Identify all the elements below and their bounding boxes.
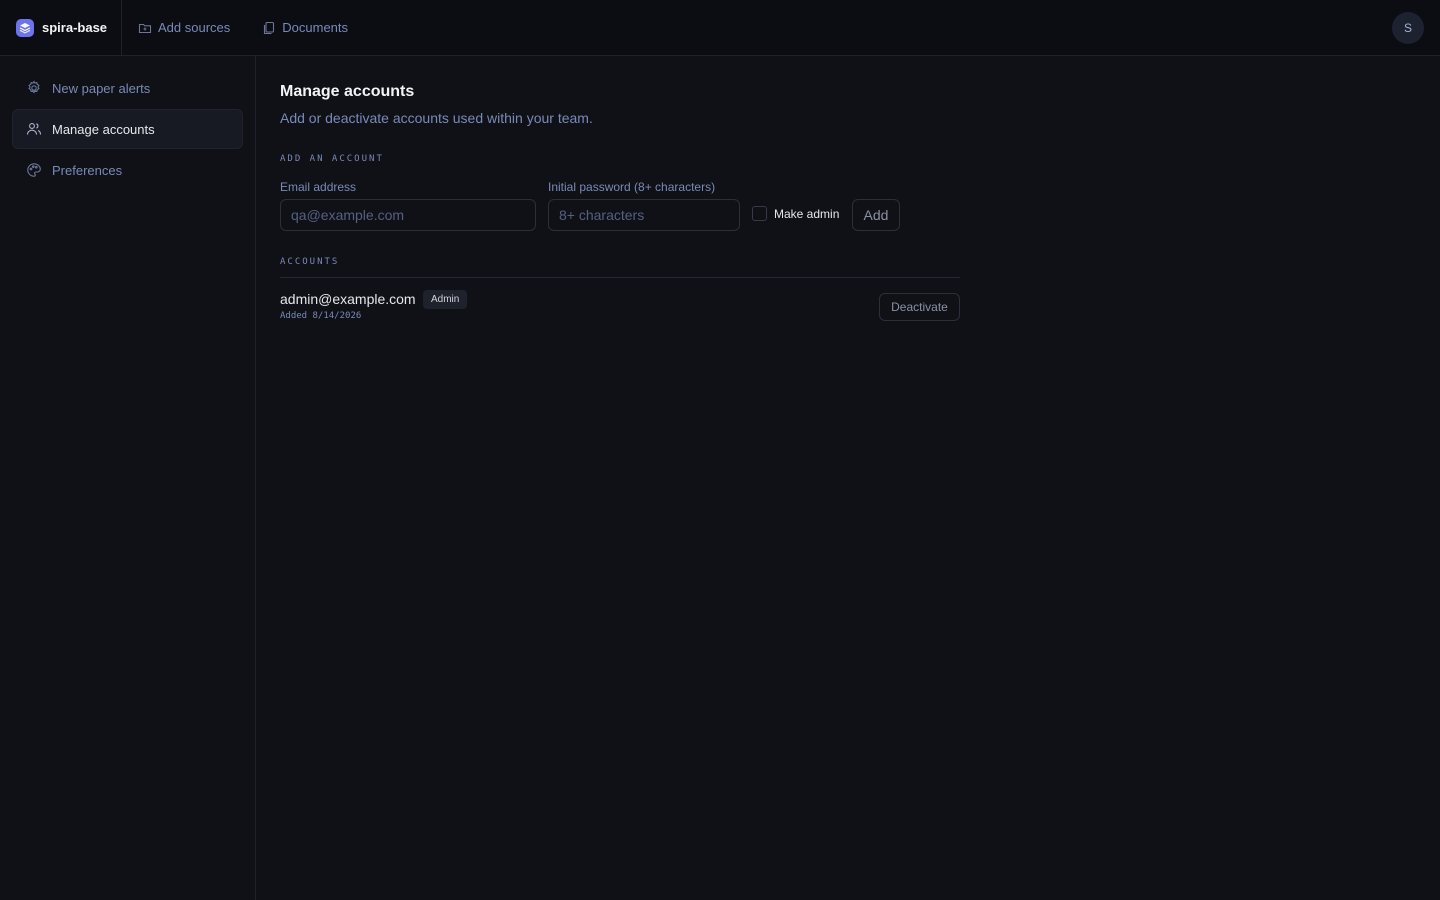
page-title: Manage accounts xyxy=(280,83,415,100)
sidebar: New paper alerts Manage accounts Prefere… xyxy=(0,56,256,900)
palette-icon xyxy=(26,162,42,178)
make-admin-label: Make admin xyxy=(774,206,840,221)
accounts-section-label: ACCOUNTS xyxy=(280,257,340,267)
password-label: Initial password (8+ characters) xyxy=(548,180,716,194)
make-admin-toggle[interactable]: Make admin xyxy=(752,206,839,221)
account-added-date: Added 8/14/2026 xyxy=(280,311,362,321)
deactivate-button[interactable]: Deactivate xyxy=(879,293,960,321)
sidebar-item-manage-accounts[interactable]: Manage accounts xyxy=(12,109,243,149)
top-bar: spira-base Add sources Documents S xyxy=(0,0,1440,56)
sidebar-item-label: Manage accounts xyxy=(52,121,155,137)
sidebar-item-preferences[interactable]: Preferences xyxy=(12,150,243,190)
add-account-button[interactable]: Add xyxy=(852,199,900,231)
admin-badge: Admin xyxy=(423,290,468,309)
folder-add-icon xyxy=(138,21,152,35)
nav-documents-label: Documents xyxy=(282,20,349,35)
nav-add-sources-label: Add sources xyxy=(158,20,231,35)
top-nav: Add sources Documents xyxy=(122,20,348,35)
make-admin-checkbox[interactable] xyxy=(752,206,767,221)
sidebar-item-label: New paper alerts xyxy=(52,80,151,96)
gear-icon xyxy=(26,80,42,96)
documents-icon xyxy=(262,21,276,35)
app-logo-icon xyxy=(16,18,34,37)
nav-add-sources[interactable]: Add sources xyxy=(138,20,230,35)
brand[interactable]: spira-base xyxy=(0,0,122,56)
users-icon xyxy=(26,121,42,137)
page-subtitle: Add or deactivate accounts used within y… xyxy=(280,110,593,126)
account-email: admin@example.com xyxy=(280,291,416,307)
sidebar-item-new-paper-alerts[interactable]: New paper alerts xyxy=(12,68,243,108)
password-field[interactable] xyxy=(548,199,740,231)
user-avatar[interactable]: S xyxy=(1392,12,1424,44)
add-account-section-label: ADD AN ACCOUNT xyxy=(280,154,384,164)
avatar-initial: S xyxy=(1403,21,1412,35)
email-label: Email address xyxy=(280,180,357,194)
nav-documents[interactable]: Documents xyxy=(262,20,348,35)
email-field[interactable] xyxy=(280,199,536,231)
accounts-divider xyxy=(280,277,960,278)
app-name: spira-base xyxy=(42,20,108,35)
sidebar-item-label: Preferences xyxy=(52,162,123,178)
